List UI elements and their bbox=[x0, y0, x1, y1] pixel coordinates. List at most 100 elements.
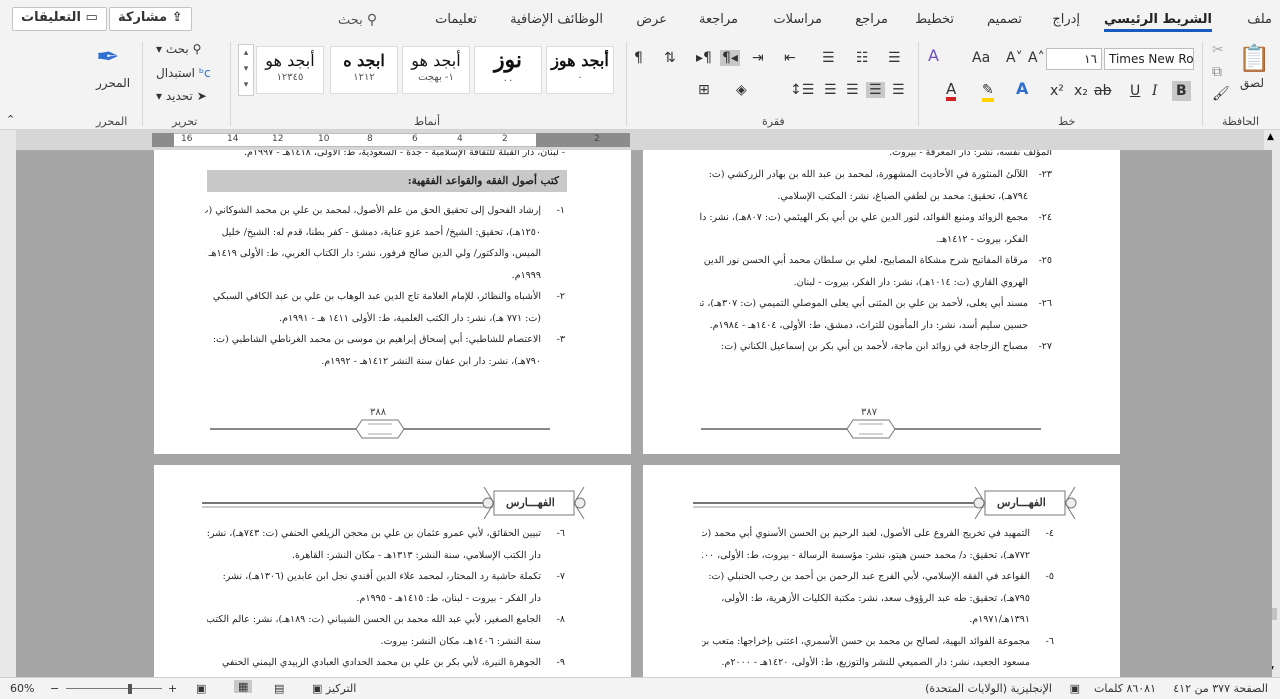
subscript-icon[interactable]: x₂ bbox=[1074, 83, 1088, 99]
align-right-icon[interactable]: ☰ bbox=[892, 82, 905, 98]
style-heading-2[interactable]: أبجد هو ١- بهجت bbox=[402, 46, 470, 94]
ruler-mark: 12 bbox=[272, 134, 284, 144]
tab-review[interactable]: مراجعة bbox=[699, 12, 738, 27]
page-index-right[interactable]: الفهـــارس ٤- التمهيد في تخريج الفروع على… bbox=[643, 465, 1120, 677]
search-icon: ⚲ bbox=[366, 12, 378, 28]
italic-icon[interactable]: I bbox=[1152, 83, 1158, 99]
web-layout-icon[interactable]: ▤ bbox=[274, 682, 284, 695]
entry-line: ٧٩٥هـ)، تحقيق: طه عبد الرؤوف سعد، نشر: م… bbox=[721, 592, 1030, 604]
bold-icon[interactable]: B bbox=[1172, 81, 1191, 101]
editor-button[interactable]: المحرر bbox=[96, 76, 130, 90]
text-effects-icon[interactable]: A bbox=[1016, 81, 1028, 97]
replace-button[interactable]: استبدال ᵇc bbox=[156, 66, 211, 80]
page-index-left[interactable]: الفهـــارس ٦- تبيين الحقائق، لأبي عمرو عث… bbox=[154, 465, 631, 677]
zoom-in-icon[interactable]: + bbox=[168, 682, 177, 695]
entry-line: ٧٩٠هـ)، نشر: دار ابن عفان سنة النشر ١٤١٢… bbox=[321, 355, 541, 367]
strikethrough-icon[interactable]: ab bbox=[1094, 83, 1111, 99]
proofing-icon[interactable]: ▣ bbox=[1070, 682, 1080, 695]
font-color-icon[interactable]: A bbox=[946, 81, 957, 101]
borders-icon[interactable]: ⊞ bbox=[698, 82, 710, 98]
entry-number: ٥- bbox=[1045, 571, 1054, 582]
chevron-down-icon: ▾ bbox=[156, 89, 163, 103]
zoom-out-icon[interactable]: − bbox=[50, 682, 59, 695]
cut-icon[interactable]: ✂ bbox=[1212, 42, 1224, 58]
focus-mode[interactable]: ▣ التركيز bbox=[312, 682, 356, 695]
share-button[interactable]: ⇪ مشاركة bbox=[109, 7, 192, 31]
select-button[interactable]: ▾ تحديد ➤ bbox=[156, 89, 207, 103]
language-indicator[interactable]: الإنجليزية (الولايات المتحدة) bbox=[925, 682, 1052, 695]
entry-line: الميس، والدكتور/ ولي الدين صالح فرفور، ن… bbox=[205, 248, 541, 259]
style-heading-1[interactable]: نوز ٠٠ bbox=[474, 46, 542, 94]
word-count[interactable]: ٨٦٠٨١ كلمات bbox=[1094, 682, 1156, 695]
copy-icon[interactable]: ⧉ bbox=[1212, 64, 1222, 80]
underline-icon[interactable]: U bbox=[1130, 83, 1140, 99]
font-size-box[interactable]: ١٦ bbox=[1046, 48, 1102, 70]
tab-references[interactable]: مراجع bbox=[855, 12, 888, 27]
change-case-icon[interactable]: Aa bbox=[972, 50, 990, 66]
superscript-icon[interactable]: x² bbox=[1050, 83, 1064, 99]
collapse-ribbon-icon[interactable]: ⌃ bbox=[6, 112, 15, 128]
cursor-icon: ➤ bbox=[196, 89, 207, 103]
shading-icon[interactable]: ◈ bbox=[736, 82, 747, 98]
header-label: الفهـــارس bbox=[997, 496, 1046, 509]
ltr-icon[interactable]: ▸¶ bbox=[696, 50, 712, 66]
tab-addins[interactable]: الوظائف الإضافية bbox=[510, 12, 603, 27]
style-sub: ١٢١٢ bbox=[353, 72, 375, 83]
align-center-icon[interactable]: ☰ bbox=[866, 82, 885, 98]
group-separator bbox=[626, 42, 627, 126]
style-normal[interactable]: أبجد هوز ٠ bbox=[546, 46, 614, 94]
align-left-icon[interactable]: ☰ bbox=[846, 82, 859, 98]
bullets-icon[interactable]: ☰ bbox=[888, 50, 901, 66]
decrease-indent-icon[interactable]: ⇤ bbox=[784, 50, 796, 66]
editor-icon[interactable]: ✒ bbox=[96, 42, 119, 72]
tab-home[interactable]: الشريط الرئيسي bbox=[1104, 12, 1212, 32]
justify-icon[interactable]: ☰ bbox=[824, 82, 837, 98]
horizontal-ruler[interactable]: 2 2 4 6 8 10 12 14 16 bbox=[0, 130, 1280, 150]
font-name-box[interactable]: Times New Rom bbox=[1104, 48, 1194, 70]
tab-help[interactable]: تعليمات bbox=[435, 12, 477, 27]
print-layout-icon[interactable]: ▦ bbox=[234, 680, 253, 693]
page-footer-ornament bbox=[701, 419, 1041, 439]
numbering-icon[interactable]: ☷ bbox=[856, 50, 869, 66]
highlight-icon[interactable]: ✎ bbox=[982, 82, 994, 102]
grow-font-icon[interactable]: A˄ bbox=[1028, 50, 1045, 66]
increase-indent-icon[interactable]: ⇥ bbox=[752, 50, 764, 66]
sort-icon[interactable]: ⇅ bbox=[664, 50, 676, 66]
comments-button[interactable]: ▭ التعليقات bbox=[12, 7, 107, 31]
paste-button[interactable]: لصق bbox=[1240, 76, 1264, 90]
clear-formatting-icon[interactable]: A bbox=[928, 48, 939, 64]
style-heading-3[interactable]: ابجد ه ١٢١٢ bbox=[330, 46, 398, 94]
entry-number: ٧- bbox=[556, 571, 565, 582]
zoom-thumb[interactable] bbox=[128, 684, 132, 694]
entry-number: ٦- bbox=[1045, 635, 1054, 647]
page-387[interactable]: المؤلف نفسه، نشر: دار المعرفة - بيروت. ٢… bbox=[643, 150, 1120, 454]
rtl-icon[interactable]: ¶◂ bbox=[720, 50, 740, 66]
entry-line: الهروي القاري (ت: ١٠١٤هـ)، نشر: دار الفك… bbox=[793, 276, 1028, 288]
read-mode-icon[interactable]: ▣ bbox=[196, 682, 206, 695]
scroll-up-icon[interactable]: ▲ bbox=[1267, 132, 1274, 142]
zoom-slider[interactable] bbox=[66, 688, 162, 689]
tab-insert[interactable]: إدراج bbox=[1052, 12, 1080, 27]
tab-file[interactable]: ملف bbox=[1247, 12, 1272, 27]
tab-layout[interactable]: تخطيط bbox=[915, 12, 954, 27]
share-label: مشاركة bbox=[118, 10, 168, 25]
shrink-font-icon[interactable]: A˅ bbox=[1006, 50, 1023, 66]
tab-mailings[interactable]: مراسلات bbox=[773, 12, 822, 27]
tab-view[interactable]: عرض bbox=[636, 12, 667, 27]
format-painter-icon[interactable]: 🖌 bbox=[1212, 86, 1230, 102]
page-388[interactable]: - لبنان، دار القبلة للثقافة الإسلامية - … bbox=[154, 150, 631, 454]
page-count[interactable]: الصفحة ٣٧٧ من ٤١٢ bbox=[1173, 682, 1268, 695]
line-spacing-icon[interactable]: ↕☰ bbox=[790, 82, 814, 98]
paste-icon[interactable]: 📋 bbox=[1238, 44, 1270, 74]
style-heading-4[interactable]: أبجد هو ١٢٣٤٥ bbox=[256, 46, 324, 94]
find-button[interactable]: ▾ بحث ⚲ bbox=[156, 42, 201, 56]
zoom-level[interactable]: 60% bbox=[10, 682, 34, 695]
multilevel-list-icon[interactable]: ☰ bbox=[822, 50, 835, 66]
show-marks-icon[interactable]: ¶ bbox=[634, 50, 643, 66]
tab-design[interactable]: تصميم bbox=[987, 12, 1022, 27]
ruler-mark: 8 bbox=[367, 134, 373, 144]
styles-scroll[interactable]: ▴ ▾ ▾ bbox=[238, 44, 254, 96]
entry-line: إرشاد الفحول إلى تحقيق الحق من علم الأصو… bbox=[205, 205, 541, 216]
search-box[interactable]: ⚲ بحث bbox=[338, 12, 377, 28]
comments-label: التعليقات bbox=[21, 10, 81, 25]
